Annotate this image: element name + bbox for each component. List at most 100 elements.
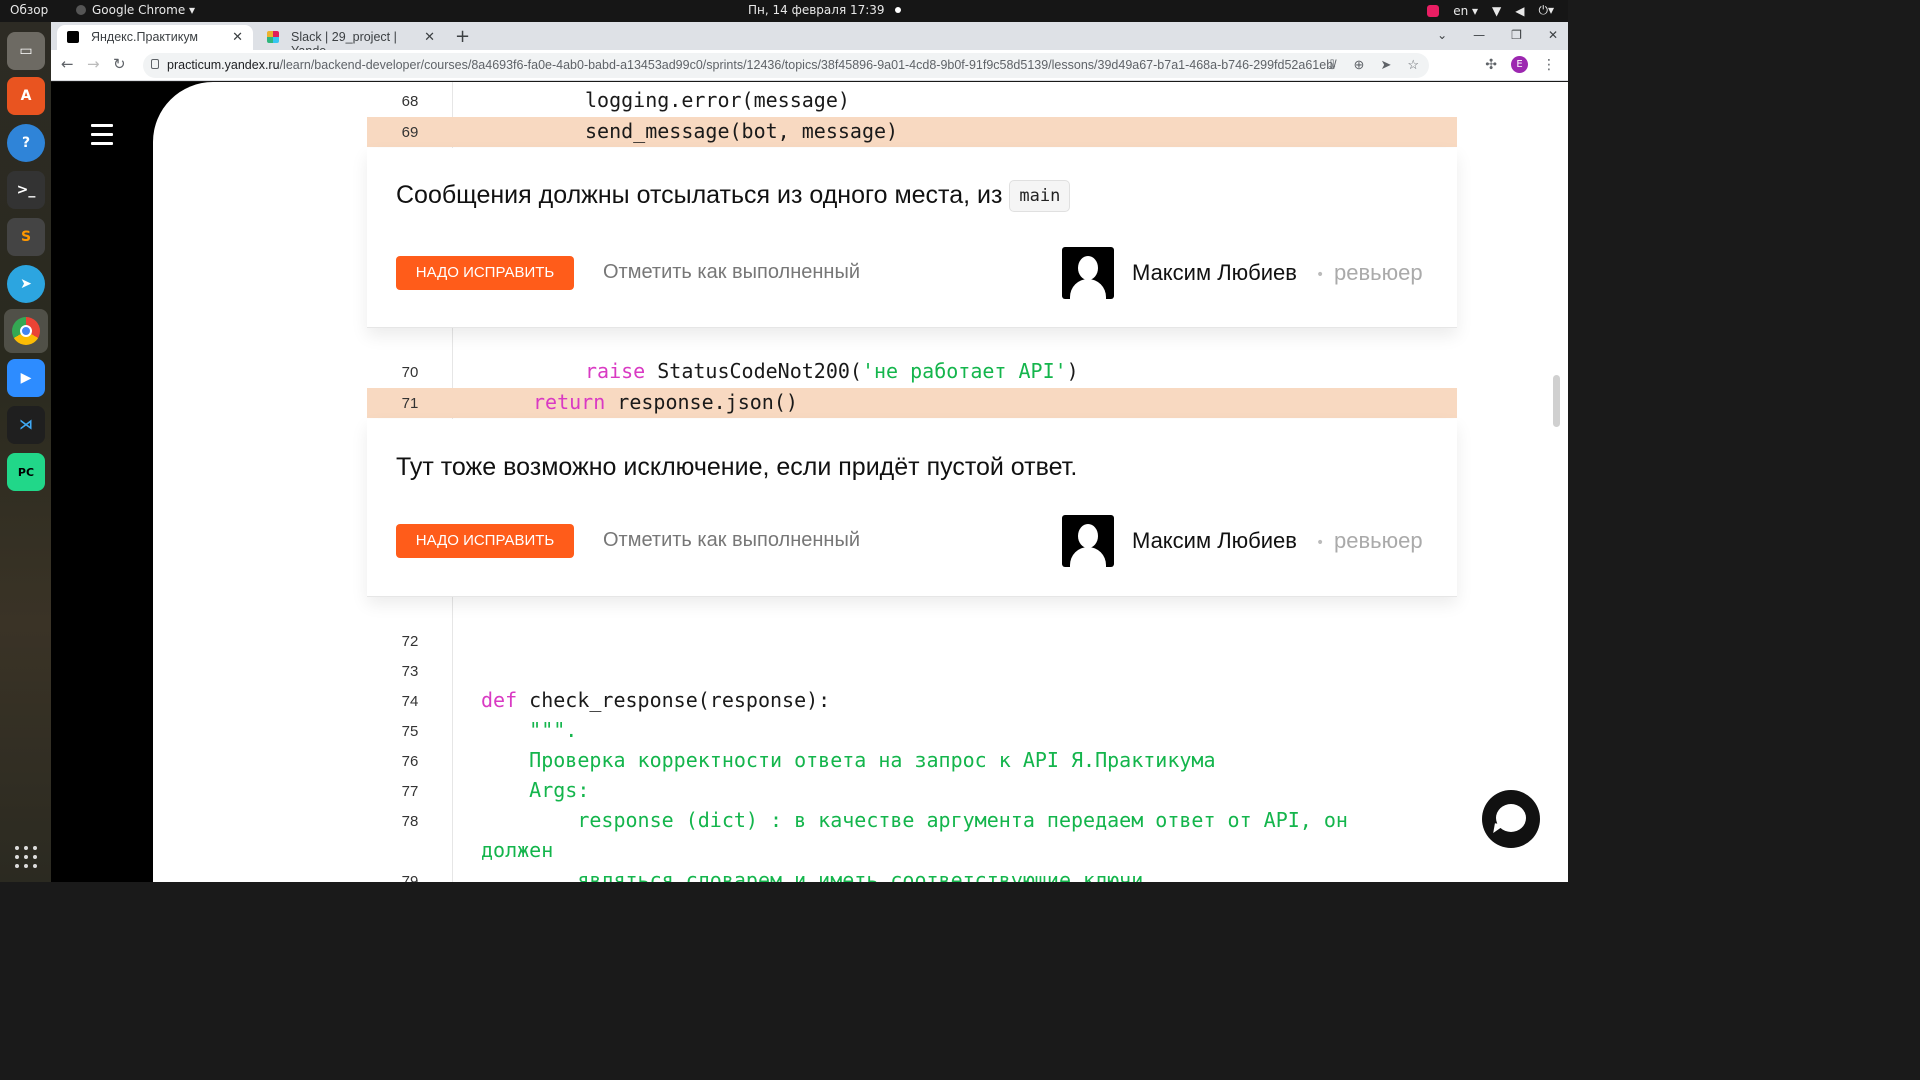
code-text: send_message(bot, message) xyxy=(585,119,899,143)
keyword: raise xyxy=(585,359,646,383)
line-number: 68 xyxy=(401,93,419,110)
line-number: 73 xyxy=(401,663,419,680)
review-comment: Сообщения должны отсылаться из одного ме… xyxy=(367,148,1457,328)
comment-body: Тут тоже возможно исключение, если придё… xyxy=(396,453,1078,481)
comment-body: Сообщения должны отсылаться из одного ме… xyxy=(396,181,1003,209)
app-menu-label: Google Chrome ▾ xyxy=(92,3,196,17)
page-scrollbar[interactable] xyxy=(1553,375,1560,427)
code-row: 68 logging.error(message) xyxy=(367,86,1457,116)
profile-avatar[interactable]: E xyxy=(1511,56,1528,73)
mark-done-button[interactable]: Отметить как выполненный xyxy=(603,261,860,284)
line-number: 70 xyxy=(401,364,419,381)
tab-slack[interactable]: Slack | 29_project | Yande ✕ xyxy=(257,25,445,58)
line-number: 76 xyxy=(401,753,419,770)
menu-icon[interactable] xyxy=(91,124,113,151)
code-row: 74 def check_response(response): xyxy=(367,686,1457,716)
activities-button[interactable]: Обзор xyxy=(10,3,48,17)
address-bar[interactable]: practicum.yandex.ru/learn/backend-develo… xyxy=(143,53,1429,78)
reviewer-name: Максим Любиев xyxy=(1132,260,1297,285)
new-tab-button[interactable]: + xyxy=(455,26,470,47)
forward-icon[interactable]: → xyxy=(87,55,100,73)
tab-close-icon[interactable]: ✕ xyxy=(232,29,243,45)
url-host: practicum.yandex.ru xyxy=(167,58,280,72)
docstring: являться словарем и иметь соответствующи… xyxy=(481,868,1144,882)
color-picker-icon[interactable] xyxy=(1427,4,1440,17)
code-row: 76 Проверка корректности ответа на запро… xyxy=(367,746,1457,776)
volume-icon[interactable]: ◀ xyxy=(1515,4,1524,18)
os-top-bar: Обзор Google Chrome ▾ Пн, 14 февраля 17:… xyxy=(0,0,1568,22)
zoom-icon[interactable]: ⊕ xyxy=(1354,57,1365,73)
lesson-canvas: 68 logging.error(message) 69 send_messag… xyxy=(153,82,1568,882)
line-number: 77 xyxy=(401,783,419,800)
tab-close-icon[interactable]: ✕ xyxy=(424,29,435,45)
inline-code: main xyxy=(1009,180,1071,212)
docstring: Проверка корректности ответа на запрос к… xyxy=(481,748,1216,772)
code-row: 73 xyxy=(367,656,1457,686)
chrome-icon xyxy=(76,5,86,15)
more-menu-icon[interactable]: ⋮ xyxy=(1542,57,1556,73)
reviewer-role: ревьюер xyxy=(1334,528,1423,553)
needs-fix-button[interactable]: НАДО ИСПРАВИТЬ xyxy=(396,524,574,558)
extensions-icon[interactable]: ✣ xyxy=(1485,57,1497,73)
keyboard-layout[interactable]: en ▾ xyxy=(1453,4,1478,18)
code-row-highlighted[interactable]: 71 return response.json() xyxy=(367,388,1457,418)
code-row-highlighted[interactable]: 69 send_message(bot, message) xyxy=(367,117,1457,147)
docstring: """. xyxy=(481,718,578,742)
review-comment: Тут тоже возможно исключение, если придё… xyxy=(367,419,1457,596)
code-row: 79 являться словарем и иметь соответству… xyxy=(367,866,1457,882)
string-literal: 'не работает API' xyxy=(861,359,1067,383)
app-menu[interactable]: Google Chrome ▾ xyxy=(76,3,195,17)
send-icon[interactable]: ➤ xyxy=(1380,57,1391,73)
divider xyxy=(367,596,1457,597)
reviewer-avatar xyxy=(1062,515,1114,567)
reload-icon[interactable]: ↻ xyxy=(113,55,126,73)
zoom-icon[interactable]: ▶ xyxy=(7,359,45,397)
reviewer-avatar xyxy=(1062,247,1114,299)
maximize-icon[interactable]: ❐ xyxy=(1511,28,1522,42)
tab-practicum[interactable]: Яндекс.Практикум ✕ xyxy=(57,25,253,50)
telegram-icon[interactable]: ➤ xyxy=(7,265,45,303)
separator-dot: • xyxy=(1316,267,1325,283)
code-row: 78 response (dict) : в качестве аргумент… xyxy=(367,806,1457,836)
vscode-icon[interactable]: ⋊ xyxy=(7,406,45,444)
notification-dot-icon xyxy=(894,7,901,13)
line-number: 74 xyxy=(401,693,419,710)
clock[interactable]: Пн, 14 февраля 17:39 xyxy=(748,3,901,17)
tab-label: Яндекс.Практикум xyxy=(91,30,199,44)
needs-fix-button[interactable]: НАДО ИСПРАВИТЬ xyxy=(396,256,574,290)
docstring: Args: xyxy=(481,778,590,802)
sublime-text-icon[interactable]: S xyxy=(7,218,45,256)
docstring: должен xyxy=(481,838,554,862)
files-icon[interactable]: ▭ xyxy=(7,32,45,70)
show-applications-icon[interactable] xyxy=(15,846,37,868)
code-text: response.json() xyxy=(605,390,798,414)
back-icon[interactable]: ← xyxy=(61,55,74,73)
slack-favicon-icon xyxy=(267,31,279,43)
system-tray: en ▾ ▼ ◀ ⏻▾ xyxy=(1427,3,1554,18)
code-review: 68 logging.error(message) 69 send_messag… xyxy=(367,82,1457,882)
code-row: 70 raise StatusCodeNot200('не работает A… xyxy=(367,357,1457,387)
lock-icon[interactable] xyxy=(151,59,159,69)
help-icon[interactable]: ? xyxy=(7,124,45,162)
code-text: check_response(response): xyxy=(517,688,831,712)
tab-search-icon[interactable]: ⌄ xyxy=(1437,28,1447,42)
chrome-dock-icon[interactable] xyxy=(4,309,48,353)
line-number: 78 xyxy=(401,813,419,830)
terminal-icon[interactable]: >_ xyxy=(7,171,45,209)
pycharm-icon[interactable]: PC xyxy=(7,453,45,491)
bookmark-star-icon[interactable]: ☆ xyxy=(1407,57,1419,73)
chat-support-button[interactable] xyxy=(1482,790,1540,848)
wifi-icon[interactable]: ▼ xyxy=(1492,4,1501,18)
install-icon[interactable]: ⇩ xyxy=(1327,57,1338,73)
code-text: ) xyxy=(1066,359,1079,383)
window-controls: ⌄ — ❐ ✕ xyxy=(1437,28,1558,42)
minimize-icon[interactable]: — xyxy=(1473,28,1485,42)
line-number: 79 xyxy=(401,873,419,882)
code-row: 77 Args: xyxy=(367,776,1457,806)
mark-done-button[interactable]: Отметить как выполненный xyxy=(603,529,860,552)
tab-strip: Яндекс.Практикум ✕ Slack | 29_project | … xyxy=(51,22,1568,58)
power-icon[interactable]: ⏻▾ xyxy=(1538,3,1554,18)
close-window-icon[interactable]: ✕ xyxy=(1548,28,1558,42)
software-center-icon[interactable]: A xyxy=(7,77,45,115)
line-number: 71 xyxy=(401,395,419,412)
